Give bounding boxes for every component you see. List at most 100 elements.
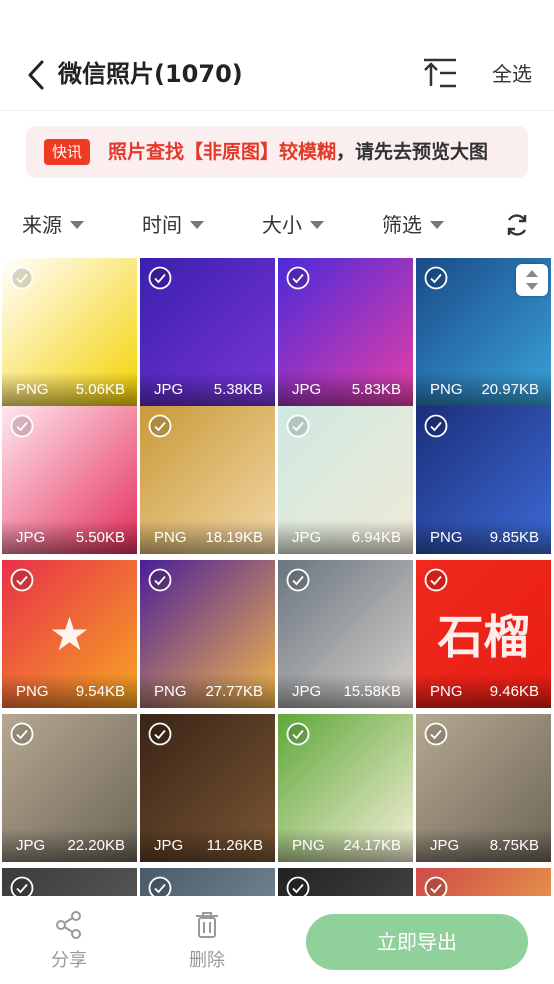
- select-check-icon[interactable]: [424, 414, 448, 438]
- photo-type: PNG: [154, 682, 187, 700]
- select-check-icon[interactable]: [424, 722, 448, 746]
- filter-time[interactable]: 时间: [142, 210, 204, 240]
- select-check-icon[interactable]: [148, 414, 172, 438]
- export-button[interactable]: 立即导出: [306, 914, 528, 970]
- select-check-icon[interactable]: [424, 876, 448, 898]
- bottom-bar: 分享 删除 立即导出: [0, 896, 554, 984]
- photo-type: PNG: [430, 682, 463, 700]
- photo-tile[interactable]: [278, 868, 413, 898]
- photo-meta: PNG 18.19KB: [140, 520, 275, 554]
- filter-label: 时间: [142, 213, 182, 237]
- photo-tile[interactable]: [416, 868, 551, 898]
- select-check-icon[interactable]: [286, 568, 310, 592]
- notice-text-highlight: 照片查找【非原图】较模糊: [108, 141, 337, 163]
- photo-tile[interactable]: PNG 18.19KB: [140, 406, 275, 554]
- photo-type: PNG: [16, 380, 49, 398]
- photo-meta: JPG 6.94KB: [278, 520, 413, 554]
- select-check-icon[interactable]: [148, 266, 172, 290]
- photo-tile[interactable]: PNG 24.17KB: [278, 714, 413, 862]
- trash-icon: [196, 912, 218, 938]
- select-check-icon[interactable]: [286, 266, 310, 290]
- photo-tile[interactable]: ★ PNG 9.54KB: [2, 560, 137, 708]
- sort-icon[interactable]: [420, 56, 460, 90]
- select-check-icon[interactable]: [424, 266, 448, 290]
- filter-screen[interactable]: 筛选: [382, 210, 444, 240]
- caret-down-icon: [310, 221, 324, 229]
- select-check-icon[interactable]: [10, 568, 34, 592]
- photo-tile[interactable]: JPG 15.58KB: [278, 560, 413, 708]
- select-check-icon[interactable]: [148, 876, 172, 898]
- photo-meta: PNG 27.77KB: [140, 674, 275, 708]
- select-check-icon[interactable]: [286, 876, 310, 898]
- photo-meta: JPG 5.83KB: [278, 372, 413, 406]
- photo-size: 9.54KB: [75, 682, 125, 700]
- photo-type: JPG: [16, 836, 46, 854]
- photo-tile[interactable]: [2, 868, 137, 898]
- scroll-handle[interactable]: [516, 264, 548, 296]
- photo-tile[interactable]: PNG 9.85KB: [416, 406, 551, 554]
- notice-banner[interactable]: 快讯 照片查找【非原图】较模糊，请先去预览大图: [26, 126, 528, 178]
- photo-type: PNG: [430, 380, 463, 398]
- photo-tile[interactable]: JPG 5.38KB: [140, 258, 275, 406]
- photo-meta: PNG 5.06KB: [2, 372, 137, 406]
- refresh-icon[interactable]: [504, 212, 530, 238]
- photo-tile[interactable]: PNG 27.77KB: [140, 560, 275, 708]
- caret-down-icon: [190, 221, 204, 229]
- select-check-icon[interactable]: [148, 722, 172, 746]
- share-label: 分享: [51, 950, 87, 971]
- photo-tile[interactable]: JPG 11.26KB: [140, 714, 275, 862]
- filter-label: 来源: [22, 213, 62, 237]
- page-title: 微信照片(1070): [58, 60, 243, 88]
- photo-meta: PNG 9.46KB: [416, 674, 551, 708]
- delete-label: 删除: [189, 950, 225, 971]
- photo-tile[interactable]: JPG 8.75KB: [416, 714, 551, 862]
- photo-size: 5.50KB: [75, 528, 125, 546]
- photo-tile[interactable]: JPG 5.83KB: [278, 258, 413, 406]
- header-divider: [0, 110, 554, 111]
- share-button[interactable]: 分享: [39, 910, 99, 972]
- caret-down-icon: [70, 221, 84, 229]
- photo-meta: PNG 9.54KB: [2, 674, 137, 708]
- filter-label: 筛选: [382, 213, 422, 237]
- select-check-icon[interactable]: [286, 722, 310, 746]
- photo-type: PNG: [16, 682, 49, 700]
- photo-meta: JPG 5.50KB: [2, 520, 137, 554]
- select-check-icon[interactable]: [424, 568, 448, 592]
- photo-type: JPG: [430, 836, 460, 854]
- photo-type: JPG: [154, 836, 184, 854]
- select-check-icon[interactable]: [10, 876, 34, 898]
- photo-type: JPG: [16, 528, 46, 546]
- delete-button[interactable]: 删除: [177, 910, 237, 972]
- photo-size: 20.97KB: [481, 380, 539, 398]
- share-icon: [56, 911, 81, 939]
- photo-meta: PNG 9.85KB: [416, 520, 551, 554]
- photo-tile[interactable]: JPG 22.20KB: [2, 714, 137, 862]
- filter-label: 大小: [262, 213, 302, 237]
- photo-type: PNG: [292, 836, 325, 854]
- caret-down-icon: [430, 221, 444, 229]
- filter-source[interactable]: 来源: [22, 210, 84, 240]
- select-check-icon[interactable]: [10, 266, 34, 290]
- photo-size: 5.83KB: [351, 380, 401, 398]
- select-check-icon[interactable]: [10, 722, 34, 746]
- notice-text: 照片查找【非原图】较模糊，请先去预览大图: [108, 138, 488, 166]
- back-arrow-icon[interactable]: [22, 58, 52, 92]
- photo-grid: PNG 5.06KB JPG 5.38KB JPG 5.83KB PNG 20.97KB JPG…: [2, 258, 554, 898]
- select-all-button[interactable]: 全选: [492, 60, 532, 88]
- photo-type: PNG: [154, 528, 187, 546]
- photo-tile[interactable]: JPG 6.94KB: [278, 406, 413, 554]
- select-check-icon[interactable]: [286, 414, 310, 438]
- scroll-arrows-icon: [526, 270, 538, 290]
- photo-tile[interactable]: JPG 5.50KB: [2, 406, 137, 554]
- photo-size: 5.06KB: [75, 380, 125, 398]
- photo-size: 5.38KB: [213, 380, 263, 398]
- photo-tile[interactable]: [140, 868, 275, 898]
- photo-meta: JPG 8.75KB: [416, 828, 551, 862]
- filter-size[interactable]: 大小: [262, 210, 324, 240]
- photo-size: 27.77KB: [205, 682, 263, 700]
- select-check-icon[interactable]: [10, 414, 34, 438]
- photo-tile[interactable]: PNG 5.06KB: [2, 258, 137, 406]
- select-check-icon[interactable]: [148, 568, 172, 592]
- photo-tile[interactable]: 石榴 PNG 9.46KB: [416, 560, 551, 708]
- photo-size: 9.46KB: [489, 682, 539, 700]
